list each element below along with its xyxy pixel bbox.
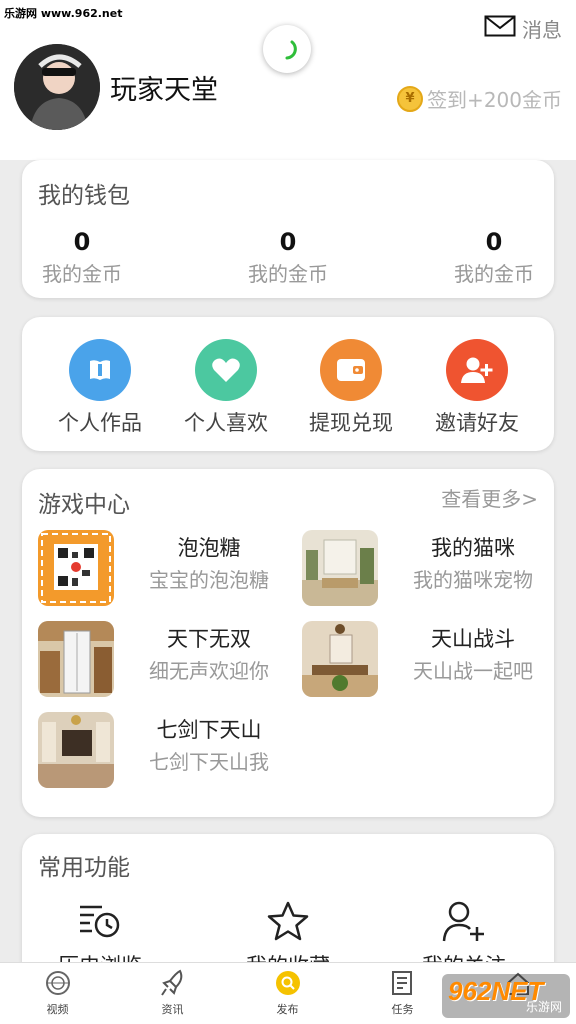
game-name: 我的猫咪 xyxy=(431,536,515,560)
coin-icon: ¥ xyxy=(397,85,424,112)
game-item[interactable]: 天下无双 细无声欢迎你 xyxy=(38,621,288,699)
withdraw-label: 提现兑现 xyxy=(309,411,393,435)
view-more-link[interactable]: 查看更多> xyxy=(441,483,538,512)
my-likes-button[interactable]: 个人喜欢 xyxy=(163,339,289,437)
game-thumbnail xyxy=(38,621,114,697)
withdraw-button[interactable]: 提现兑现 xyxy=(288,339,414,437)
wallet-stat-value: 0 xyxy=(485,228,503,256)
game-desc: 天山战一起吧 xyxy=(413,659,533,683)
tab-video-label: 视频 xyxy=(46,1003,69,1016)
add-user-icon xyxy=(446,339,508,401)
watermark-logo: 962NET 乐游网 xyxy=(442,974,570,1018)
messages-label: 消息 xyxy=(522,18,562,42)
history-icon xyxy=(30,896,170,946)
publish-icon xyxy=(230,969,345,997)
star-icon xyxy=(218,896,358,946)
tab-news[interactable]: 资讯 xyxy=(115,969,230,1017)
game-name: 天下无双 xyxy=(167,627,251,651)
wallet-card: 我的钱包 0 我的金币 0 我的金币 0 我的金币 xyxy=(22,160,554,298)
invite-friends-label: 邀请好友 xyxy=(435,411,519,435)
messages-button[interactable]: 消息 xyxy=(484,14,562,43)
game-item[interactable]: 泡泡糖 宝宝的泡泡糖 xyxy=(38,530,288,608)
watermark-top: 乐游网 www.962.net xyxy=(4,7,123,20)
rocket-icon xyxy=(115,969,230,997)
game-desc: 我的猫咪宠物 xyxy=(413,568,533,592)
tab-publish[interactable]: 发布 xyxy=(230,969,345,1017)
signin-label: 签到+200金币 xyxy=(427,88,562,112)
wallet-stat-label: 我的金币 xyxy=(42,262,122,286)
wallet-stat-label: 我的金币 xyxy=(454,262,534,286)
my-works-label: 个人作品 xyxy=(58,411,142,435)
game-desc: 宝宝的泡泡糖 xyxy=(149,568,269,592)
video-icon xyxy=(0,969,115,997)
tab-publish-label: 发布 xyxy=(276,1003,299,1016)
tab-news-label: 资讯 xyxy=(161,1003,184,1016)
game-center-title: 游戏中心 xyxy=(38,492,130,518)
wallet-stat-label: 我的金币 xyxy=(248,262,328,286)
watermark-logo-subtext: 乐游网 xyxy=(525,1000,562,1014)
username: 玩家天堂 xyxy=(110,75,218,106)
book-icon xyxy=(69,339,131,401)
wallet-title: 我的钱包 xyxy=(38,183,130,209)
game-thumbnail xyxy=(302,530,378,606)
signin-button[interactable]: ¥ 签到+200金币 xyxy=(397,84,562,113)
common-functions-title: 常用功能 xyxy=(38,855,130,881)
follow-icon xyxy=(394,896,534,946)
my-works-button[interactable]: 个人作品 xyxy=(37,339,163,437)
mail-icon xyxy=(484,15,516,42)
game-item[interactable]: 七剑下天山 七剑下天山我 xyxy=(38,712,288,790)
wallet-stat[interactable]: 0 我的金币 xyxy=(12,228,152,287)
game-desc: 七剑下天山我 xyxy=(149,750,269,774)
wallet-stat[interactable]: 0 我的金币 xyxy=(424,228,564,287)
game-item[interactable]: 天山战斗 天山战一起吧 xyxy=(302,621,552,699)
wallet-stat-value: 0 xyxy=(73,228,91,256)
invite-friends-button[interactable]: 邀请好友 xyxy=(414,339,540,437)
game-name: 天山战斗 xyxy=(431,627,515,651)
game-thumbnail xyxy=(38,530,114,606)
game-item[interactable]: 我的猫咪 我的猫咪宠物 xyxy=(302,530,552,608)
loading-spinner xyxy=(263,25,311,73)
game-thumbnail xyxy=(302,621,378,697)
game-name: 七剑下天山 xyxy=(156,718,262,742)
wallet-stat[interactable]: 0 我的金币 xyxy=(218,228,358,287)
my-likes-label: 个人喜欢 xyxy=(184,411,268,435)
quick-actions-card: 个人作品 个人喜欢 提现兑现 邀请好友 xyxy=(22,317,554,451)
profile-header: 乐游网 www.962.net 玩家天堂 消息 ¥ 签到+200金币 xyxy=(0,0,576,160)
wallet-icon xyxy=(320,339,382,401)
wallet-stat-value: 0 xyxy=(279,228,297,256)
game-thumbnail xyxy=(38,712,114,788)
game-desc: 细无声欢迎你 xyxy=(149,659,269,683)
game-name: 泡泡糖 xyxy=(177,536,241,560)
game-center-card: 游戏中心 查看更多> 泡泡糖 宝宝的泡泡糖 我的猫咪 我的猫咪宠物 天下无双 细… xyxy=(22,469,554,817)
heart-icon xyxy=(195,339,257,401)
tab-video[interactable]: 视频 xyxy=(0,969,115,1017)
avatar[interactable] xyxy=(14,44,100,130)
